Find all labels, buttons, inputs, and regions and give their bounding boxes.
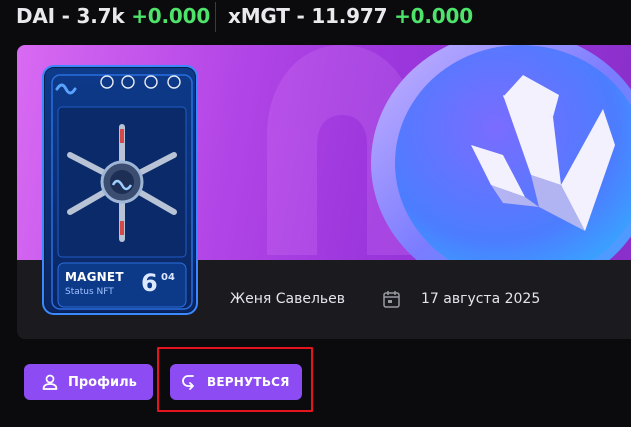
- back-button[interactable]: ВЕРНУТЬСЯ: [170, 364, 302, 400]
- nft-level-sup: 04: [161, 272, 175, 283]
- return-arrow-icon: [182, 375, 194, 390]
- price-ticker: DAI - 3.7k +0.000 xMGT - 11.977 +0.000: [0, 0, 631, 34]
- ticker-dai: DAI - 3.7k +0.000: [16, 4, 210, 28]
- publish-date: 17 августа 2025: [421, 291, 541, 307]
- ticker-xmgt-delta: +0.000: [394, 4, 473, 28]
- ticker-divider: [215, 2, 216, 32]
- ticker-xmgt-price: xMGT - 11.977: [228, 4, 388, 28]
- nft-title: MAGNET: [65, 270, 124, 284]
- ticker-dai-price: DAI - 3.7k: [16, 4, 125, 28]
- profile-card: MAGNET Status NFT 6 04 Женя Савельев 17 …: [17, 45, 631, 339]
- profile-button[interactable]: Профиль: [24, 364, 153, 400]
- profile-button-label: Профиль: [68, 374, 137, 390]
- nft-subtitle: Status NFT: [65, 287, 114, 297]
- ticker-xmgt: xMGT - 11.977 +0.000: [228, 4, 473, 28]
- nft-card[interactable]: MAGNET Status NFT 6 04: [42, 65, 198, 315]
- nft-level: 6: [141, 269, 158, 297]
- ticker-dai-delta: +0.000: [131, 4, 211, 28]
- calendar-icon: [383, 291, 400, 308]
- author-name: Женя Савельев: [230, 291, 346, 307]
- coin-logo-icon: [371, 45, 631, 260]
- back-button-label: ВЕРНУТЬСЯ: [207, 375, 290, 389]
- user-icon: [42, 374, 58, 390]
